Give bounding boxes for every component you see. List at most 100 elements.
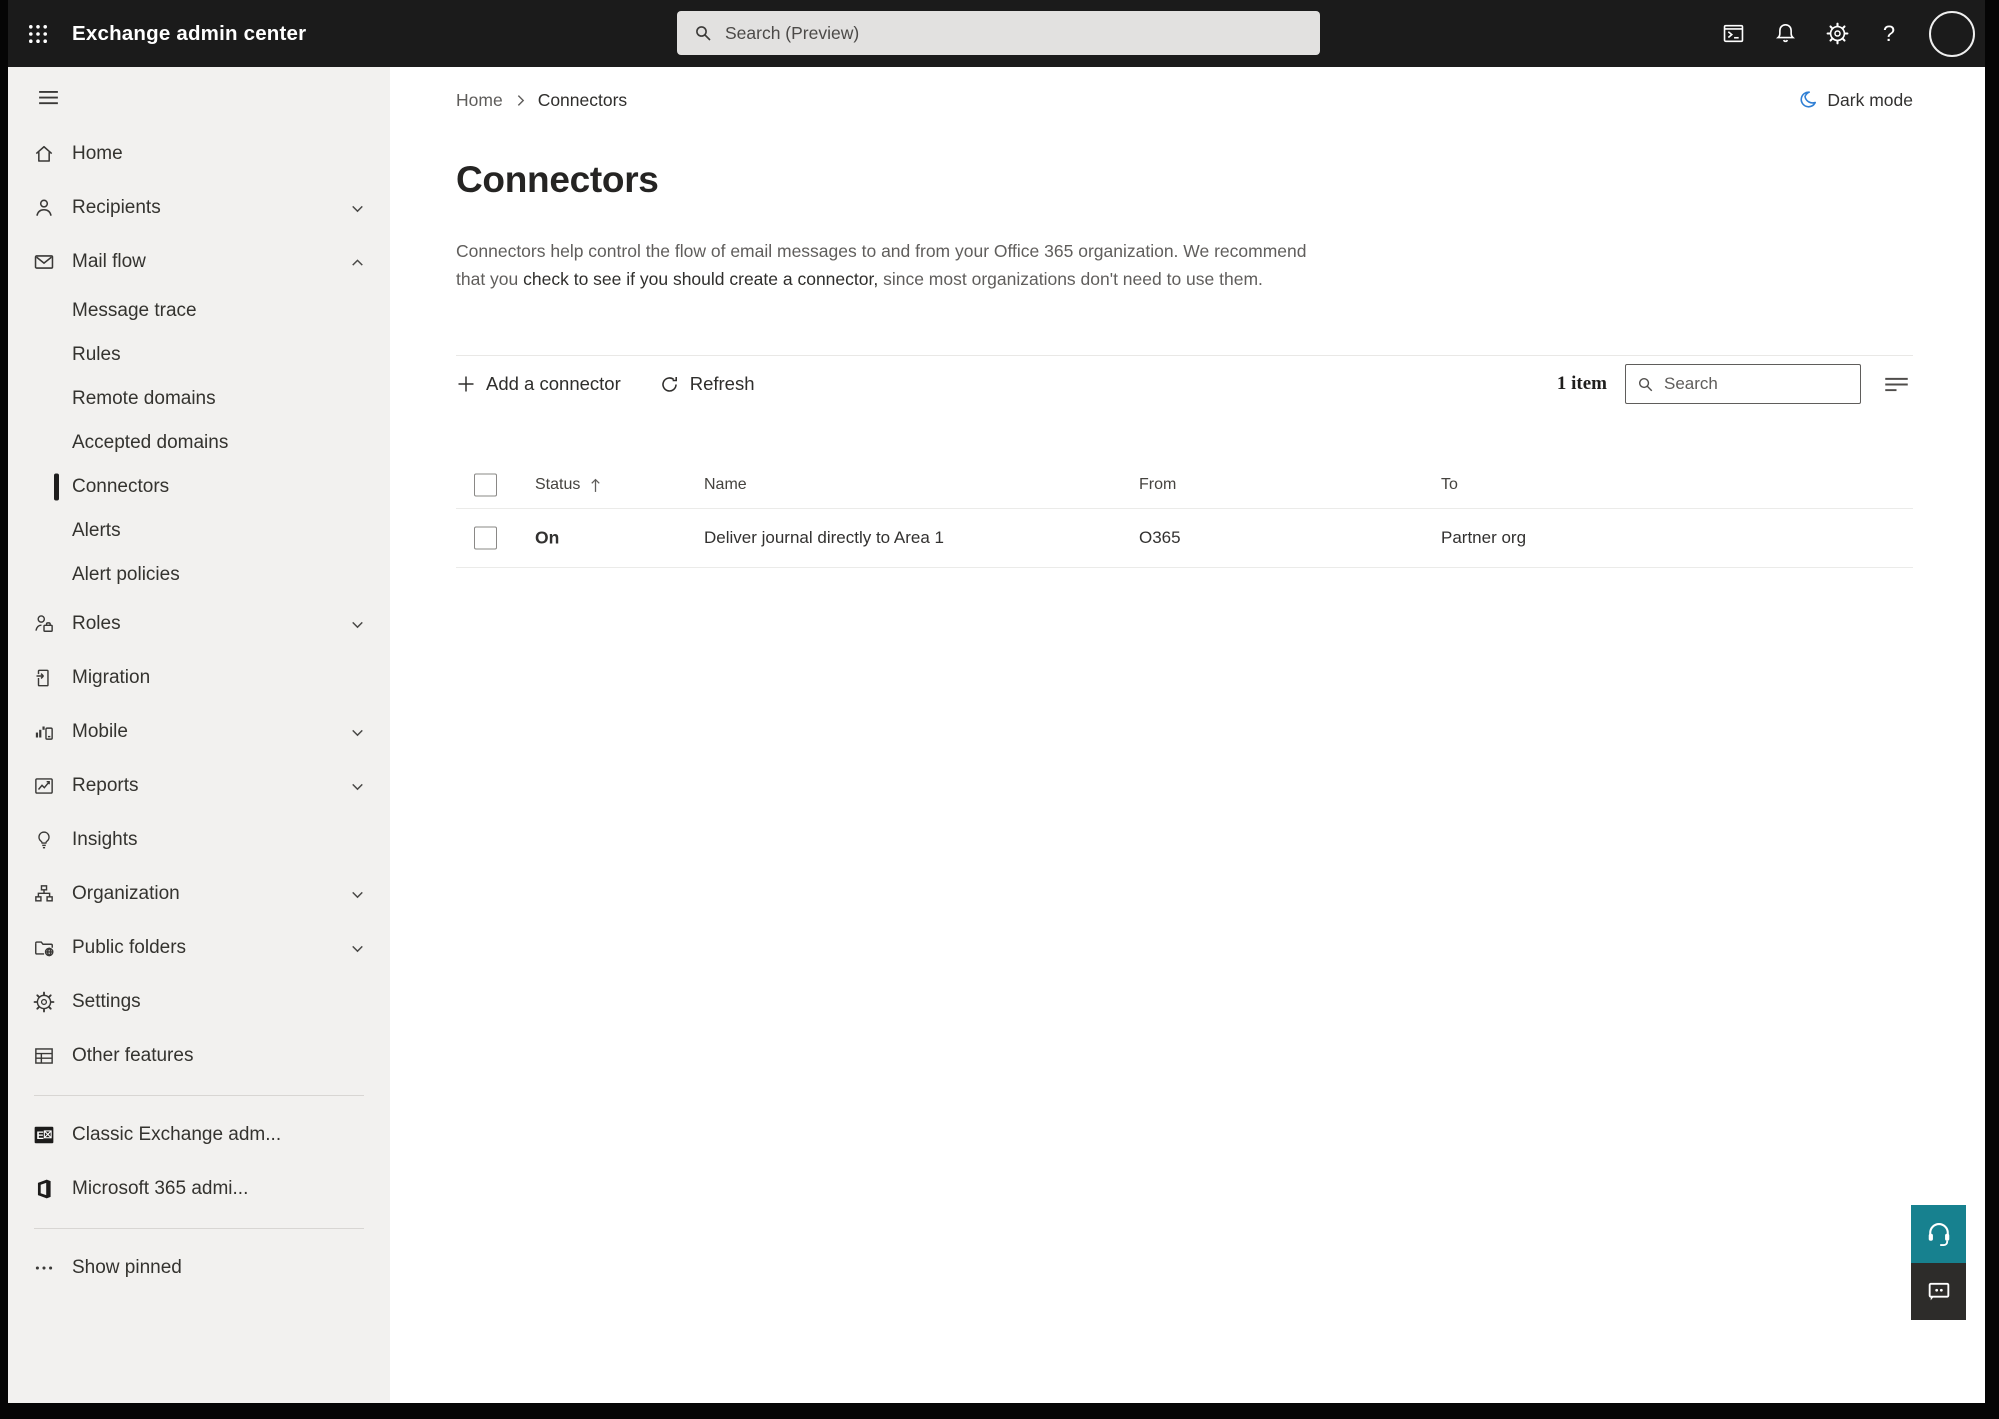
column-header-status[interactable]: Status <box>535 476 580 494</box>
sidebar-item-label: Message trace <box>72 300 197 321</box>
sidebar-item-classic-exchange[interactable]: E Classic Exchange adm... <box>8 1108 390 1162</box>
chevron-down-icon <box>349 616 366 633</box>
settings-button[interactable] <box>1815 12 1859 56</box>
search-icon <box>1636 375 1655 394</box>
sidebar-item-recipients[interactable]: Recipients <box>8 181 390 235</box>
main-content: Home Connectors Dark mode Connectors Con… <box>390 67 1985 1403</box>
sidebar-item-settings[interactable]: Settings <box>8 975 390 1029</box>
nav-list: Home Recipients Mail flow Message trace … <box>8 127 390 1295</box>
dark-mode-label: Dark mode <box>1827 89 1913 110</box>
add-connector-button[interactable]: Add a connector <box>456 373 621 395</box>
document-arrow-icon <box>33 667 55 689</box>
gear-icon <box>1826 22 1849 45</box>
sidebar-item-label: Reports <box>72 775 139 796</box>
sidebar-item-mobile[interactable]: Mobile <box>8 705 390 759</box>
account-avatar[interactable] <box>1929 10 1975 57</box>
page-title: Connectors <box>456 159 659 200</box>
sidebar-item-label: Home <box>72 143 123 164</box>
sidebar-item-connectors[interactable]: Connectors <box>8 465 390 509</box>
feedback-button[interactable] <box>1911 1263 1966 1320</box>
classic-exchange-logo-icon: E <box>33 1124 55 1146</box>
bell-icon <box>1774 22 1797 45</box>
global-search-input[interactable] <box>725 22 1320 44</box>
sidebar-item-alert-policies[interactable]: Alert policies <box>8 553 390 597</box>
dark-mode-toggle[interactable]: Dark mode <box>1796 89 1913 111</box>
svg-text:E: E <box>37 1130 44 1142</box>
sidebar-item-show-pinned[interactable]: Show pinned <box>8 1241 390 1295</box>
description-link[interactable]: check to see if you should create a conn… <box>523 269 878 289</box>
sidebar-item-label: Classic Exchange adm... <box>72 1124 282 1145</box>
connector-status: On <box>535 527 560 548</box>
connector-from: O365 <box>1139 528 1181 547</box>
item-count: 1 item <box>1556 373 1607 394</box>
sidebar-item-label: Remote domains <box>72 388 216 409</box>
notifications-button[interactable] <box>1763 12 1807 56</box>
waffle-icon <box>26 22 50 46</box>
list-search-box[interactable] <box>1625 364 1861 404</box>
sidebar-item-alerts[interactable]: Alerts <box>8 509 390 553</box>
sidebar-item-accepted-domains[interactable]: Accepted domains <box>8 421 390 465</box>
sidebar-item-label: Organization <box>72 883 180 904</box>
sidebar-item-label: Accepted domains <box>72 432 229 453</box>
column-header-from[interactable]: From <box>1139 476 1176 494</box>
search-icon <box>693 23 713 43</box>
sidebar-item-rules[interactable]: Rules <box>8 333 390 377</box>
page-body: Home Recipients Mail flow Message trace … <box>8 67 1985 1403</box>
sidebar-item-microsoft-365[interactable]: Microsoft 365 admi... <box>8 1162 390 1216</box>
global-search-box[interactable] <box>677 11 1320 55</box>
mobile-stats-icon <box>33 721 55 743</box>
cloud-shell-button[interactable] <box>1711 12 1755 56</box>
exchange-admin-screen: Exchange admin center Search (Preview) ?… <box>8 0 1985 1403</box>
sidebar-item-label: Migration <box>72 667 151 688</box>
browser-frame: Exchange admin center Search (Preview) ?… <box>0 0 1999 1419</box>
sidebar-item-label: Alerts <box>72 520 121 541</box>
table-row[interactable]: On Deliver journal directly to Area 1 O3… <box>456 509 1913 567</box>
connectors-table: Status Name From To On Deliver journal d… <box>456 462 1913 568</box>
sidebar-divider <box>34 1095 364 1096</box>
table-header-row: Status Name From To <box>456 462 1913 508</box>
refresh-label: Refresh <box>689 373 755 394</box>
list-search-input[interactable] <box>1664 374 1850 394</box>
collapse-nav-button[interactable] <box>33 82 63 112</box>
sidebar-item-public-folders[interactable]: Public folders <box>8 921 390 975</box>
sidebar-item-mail-flow[interactable]: Mail flow <box>8 235 390 289</box>
connector-name[interactable]: Deliver journal directly to Area 1 <box>704 528 944 548</box>
row-checkbox[interactable] <box>474 526 497 550</box>
person-badge-icon <box>33 613 55 635</box>
person-icon <box>33 197 55 219</box>
chevron-down-icon <box>349 200 366 217</box>
sidebar-item-other-features[interactable]: Other features <box>8 1029 390 1083</box>
sidebar-item-insights[interactable]: Insights <box>8 813 390 867</box>
chevron-up-icon <box>349 254 366 271</box>
support-button[interactable] <box>1911 1205 1966 1263</box>
breadcrumb-chevron-icon <box>514 94 527 107</box>
mail-icon <box>33 251 55 273</box>
table-divider <box>456 567 1913 568</box>
breadcrumb: Home Connectors <box>456 90 627 111</box>
column-header-name[interactable]: Name <box>704 476 747 494</box>
line-chart-icon <box>33 775 55 797</box>
help-button[interactable]: ? <box>1867 12 1911 56</box>
sidebar-item-message-trace[interactable]: Message trace <box>8 289 390 333</box>
column-header-to[interactable]: To <box>1441 476 1458 494</box>
app-launcher-button[interactable] <box>16 12 60 56</box>
refresh-button[interactable]: Refresh <box>659 373 755 395</box>
folder-globe-icon <box>33 937 55 959</box>
list-toolbar: Add a connector Refresh 1 item <box>456 356 1913 412</box>
sidebar-item-label: Microsoft 365 admi... <box>72 1178 249 1199</box>
sidebar-item-home[interactable]: Home <box>8 127 390 181</box>
sidebar-item-reports[interactable]: Reports <box>8 759 390 813</box>
sidebar-item-migration[interactable]: Migration <box>8 651 390 705</box>
sidebar-item-label: Recipients <box>72 197 161 218</box>
view-options-button[interactable] <box>1879 367 1913 401</box>
sidebar-item-label: Roles <box>72 613 121 634</box>
sidebar-item-label: Mail flow <box>72 251 146 272</box>
sidebar-item-organization[interactable]: Organization <box>8 867 390 921</box>
sidebar-item-label: Settings <box>72 991 141 1012</box>
breadcrumb-home-link[interactable]: Home <box>456 90 503 111</box>
sidebar-item-roles[interactable]: Roles <box>8 597 390 651</box>
sidebar-item-remote-domains[interactable]: Remote domains <box>8 377 390 421</box>
select-all-checkbox[interactable] <box>474 473 497 497</box>
left-navigation: Home Recipients Mail flow Message trace … <box>8 67 390 1403</box>
gear-icon <box>33 991 55 1013</box>
